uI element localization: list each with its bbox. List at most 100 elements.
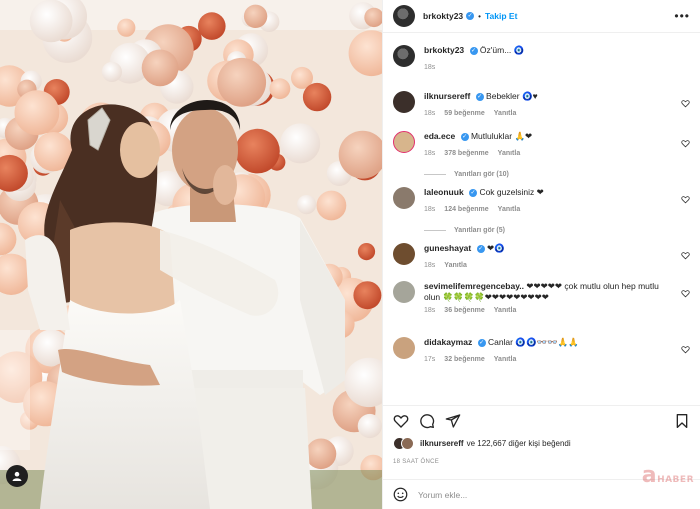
likes-username[interactable]: ilknursereff <box>420 439 464 448</box>
commenter-avatar[interactable] <box>393 243 415 265</box>
follow-button[interactable]: Takip Et <box>485 11 517 21</box>
bookmark-icon[interactable] <box>674 413 690 429</box>
comment-like-count[interactable]: 378 beğenme <box>444 150 488 157</box>
nazar-emoji-icon: 🧿 <box>513 45 525 55</box>
heart-icon[interactable] <box>681 139 690 148</box>
balloon <box>357 413 382 439</box>
comment-like-count[interactable]: 32 beğenme <box>444 356 484 363</box>
comment-emoji: 🍀🍀🍀🍀❤❤❤❤❤❤❤❤❤ <box>442 292 549 302</box>
comment-item: laleonuuk ✓ Cok guzelsiniz ❤ 18s 124 beğ… <box>383 187 700 221</box>
more-icon[interactable]: ••• <box>674 9 690 23</box>
comments-list[interactable]: brkokty23 ✓ Öz'üm... 🧿 18s ilknursereff … <box>383 33 700 405</box>
reply-button[interactable]: Yanıtla <box>498 150 521 157</box>
comment-emoji: 🧿🧿👓👓🙏🙏 <box>515 337 579 347</box>
comment-text: Canlar <box>487 337 513 347</box>
comment-item: eda.ece ✓ Mutluluklar 🙏❤ 18s 378 beğenme… <box>383 131 700 165</box>
comment-text: Mutluluklar <box>470 131 513 141</box>
balloon <box>101 61 122 82</box>
heart-icon[interactable] <box>681 345 690 354</box>
reply-button[interactable]: Yanıtla <box>494 307 517 314</box>
reply-button[interactable]: Yanıtla <box>494 356 517 363</box>
balloon <box>141 49 179 87</box>
post-header: brkokty23 ✓ • Takip Et ••• <box>383 0 700 33</box>
balloon <box>235 128 280 174</box>
balloon <box>198 12 226 40</box>
comment-text: Cok guzelsiniz <box>479 187 535 197</box>
balloon <box>302 82 332 112</box>
commenter-username[interactable]: didakaymaz <box>424 337 472 347</box>
commenter-username[interactable]: ilknursereff <box>424 91 470 101</box>
reply-button[interactable]: Yanıtla <box>444 262 467 269</box>
caption-username[interactable]: brkokty23 <box>424 45 464 55</box>
verified-icon: ✓ <box>477 338 486 347</box>
balloon <box>297 195 317 215</box>
verified-icon: ✓ <box>469 46 478 55</box>
commenter-avatar[interactable] <box>393 131 415 153</box>
wedding-photo-illustration <box>0 0 382 509</box>
commenter-avatar[interactable] <box>393 187 415 209</box>
commenter-username[interactable]: guneshayat <box>424 243 471 253</box>
comment-item: ilknursereff ✓ Bebekler 🧿♥ 18s 59 beğenm… <box>383 91 700 131</box>
commenter-username[interactable]: eda.ece <box>424 131 455 141</box>
heart-icon[interactable] <box>681 289 690 298</box>
commenter-avatar[interactable] <box>393 91 415 113</box>
watermark-logo: aHABER <box>641 463 694 488</box>
tagged-people-icon[interactable] <box>6 465 28 487</box>
commenter-username[interactable]: sevimelifemregencebay.. <box>424 281 524 291</box>
reply-button[interactable]: Yanıtla <box>498 206 521 213</box>
commenter-avatar[interactable] <box>393 337 415 359</box>
comment-input[interactable] <box>418 489 690 500</box>
likes-text: ve 122,667 diğer kişi beğendi <box>466 439 571 448</box>
comment-item: sevimelifemregencebay.. ❤❤❤❤❤ çok mutlu … <box>383 281 700 337</box>
balloon <box>305 438 337 470</box>
liker-avatar <box>401 437 414 450</box>
caption-time: 18s <box>424 64 436 71</box>
verified-icon: ✓ <box>469 188 478 197</box>
heart-icon[interactable] <box>393 413 409 429</box>
post-caption: brkokty23 ✓ Öz'üm... 🧿 18s <box>383 33 700 91</box>
balloon <box>316 190 347 221</box>
author-avatar[interactable] <box>393 45 415 67</box>
verified-icon: ✓ <box>460 132 469 141</box>
view-replies-button[interactable]: Yanıtları gör (5) <box>383 221 700 239</box>
heart-icon[interactable] <box>681 195 690 204</box>
balloon <box>117 18 136 37</box>
balloon <box>353 281 382 310</box>
comment-time: 18s <box>424 110 436 117</box>
heart-icon[interactable] <box>681 251 690 260</box>
balloon <box>269 78 291 100</box>
emoji-icon[interactable] <box>393 487 408 502</box>
comment-time: 17s <box>424 356 436 363</box>
author-avatar[interactable] <box>393 5 415 27</box>
author-username[interactable]: brkokty23 <box>423 11 463 21</box>
balloon <box>357 243 376 261</box>
commenter-avatar[interactable] <box>393 281 415 303</box>
comment-time: 18s <box>424 150 436 157</box>
comment-item: guneshayat ✓ ❤🧿 18s Yanıtla <box>383 243 700 281</box>
comment-time: 18s <box>424 206 436 213</box>
verified-icon: ✓ <box>466 12 475 20</box>
comment-text: Bebekler <box>486 91 520 101</box>
verified-icon: ✓ <box>476 244 485 253</box>
comment-emoji: ❤❤❤❤❤ <box>526 281 563 291</box>
commenter-username[interactable]: laleonuuk <box>424 187 464 197</box>
reply-button[interactable]: Yanıtla <box>494 110 517 117</box>
post-timestamp: 18 SAAT ÖNCE <box>393 459 440 465</box>
comment-like-count[interactable]: 59 beğenme <box>444 110 484 117</box>
balloon <box>217 57 267 107</box>
comment-like-count[interactable]: 36 beğenme <box>444 307 484 314</box>
balloon <box>243 4 268 29</box>
comment-like-count[interactable]: 124 beğenme <box>444 206 488 213</box>
comment-icon[interactable] <box>419 413 435 429</box>
view-replies-button[interactable]: Yanıtları gör (10) <box>383 165 700 183</box>
heart-icon[interactable] <box>681 99 690 108</box>
balloon <box>14 90 60 136</box>
post-photo <box>0 0 382 509</box>
balloon <box>280 123 321 164</box>
comment-emoji: ❤🧿 <box>487 243 505 253</box>
share-icon[interactable] <box>445 413 461 429</box>
post-side-panel: brkokty23 ✓ • Takip Et ••• brkokty23 ✓ Ö… <box>382 0 700 509</box>
likes-summary[interactable]: ilknursereff ve 122,667 diğer kişi beğen… <box>393 437 571 450</box>
comment-emoji: 🧿♥ <box>521 91 538 101</box>
comment-time: 18s <box>424 262 436 269</box>
